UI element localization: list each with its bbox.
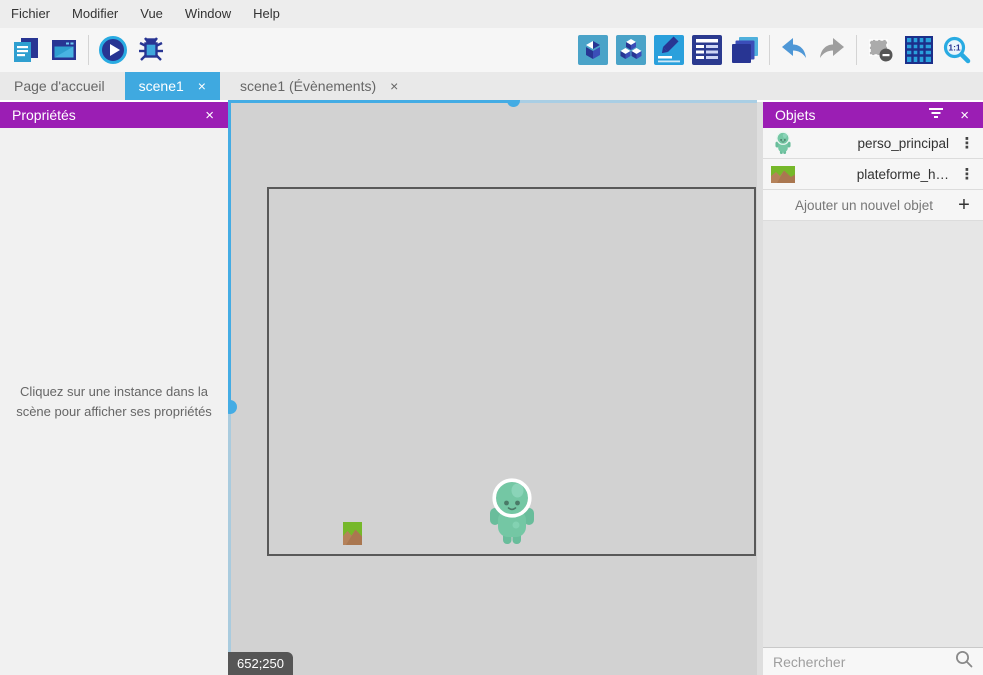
object-name: perso_principal (795, 136, 949, 151)
scene-canvas[interactable]: 652;250 (228, 100, 757, 675)
tab-label: Page d'accueil (14, 78, 105, 94)
alien-character-icon (771, 131, 795, 155)
object-row-perso-principal[interactable]: perso_principal ⋮ (763, 128, 983, 159)
add-object-label: Ajouter un nouvel objet (773, 198, 955, 213)
properties-panel: Propriétés × Cliquez sur une instance da… (0, 102, 228, 675)
redo-icon[interactable] (817, 35, 847, 65)
instances-list-icon[interactable] (692, 35, 722, 65)
left-resize-handle[interactable] (228, 100, 231, 675)
play-icon[interactable] (98, 35, 128, 65)
mask-icon[interactable] (866, 35, 896, 65)
objects-search-input[interactable] (773, 654, 955, 670)
properties-panel-title: Propriétés (12, 107, 203, 123)
properties-empty-message: Cliquez sur une instance dans la scène p… (0, 382, 228, 422)
layers-editor-icon[interactable] (730, 35, 760, 65)
close-icon[interactable]: × (958, 107, 971, 124)
character-instance[interactable] (487, 477, 537, 547)
start-page-icon[interactable] (49, 35, 79, 65)
tab-close-icon[interactable]: × (390, 79, 398, 93)
tab-close-icon[interactable]: × (198, 79, 206, 93)
tab-label: scene1 (139, 78, 184, 94)
main-content: Propriétés × Cliquez sur une instance da… (0, 100, 983, 675)
undo-icon[interactable] (779, 35, 809, 65)
menu-modifier[interactable]: Modifier (61, 0, 129, 28)
object-row-plateforme[interactable]: plateforme_h… ⋮ (763, 159, 983, 190)
toolbar-separator (88, 35, 89, 65)
close-icon[interactable]: × (203, 107, 216, 124)
menu-window[interactable]: Window (174, 0, 242, 28)
add-object-row[interactable]: Ajouter un nouvel objet + (763, 190, 983, 221)
filter-icon[interactable] (928, 106, 944, 124)
toolbar-right-group: 1:1 (574, 35, 976, 65)
properties-panel-header: Propriétés × (0, 102, 228, 128)
menu-bar: Fichier Modifier Vue Window Help (0, 0, 983, 28)
tab-bar: Page d'accueil scene1 × scene1 (Évènemen… (0, 72, 983, 100)
menu-help[interactable]: Help (242, 0, 291, 28)
object-groups-icon[interactable] (616, 35, 646, 65)
toolbar-separator (769, 35, 770, 65)
debug-icon[interactable] (136, 35, 166, 65)
plus-icon[interactable]: + (955, 195, 973, 215)
tab-label: scene1 (Évènements) (240, 78, 376, 94)
properties-editor-icon[interactable] (654, 35, 684, 65)
objects-panel-title: Objets (775, 107, 928, 123)
search-icon[interactable] (955, 650, 973, 673)
objects-panel-empty-area (763, 221, 983, 647)
top-resize-handle[interactable] (228, 100, 757, 103)
cursor-coordinates-badge: 652;250 (228, 652, 293, 675)
kebab-menu-icon[interactable]: ⋮ (959, 165, 975, 183)
menu-vue[interactable]: Vue (129, 0, 174, 28)
platform-instance[interactable] (343, 522, 362, 545)
objects-panel: Objets × (763, 102, 983, 675)
kebab-menu-icon[interactable]: ⋮ (959, 134, 975, 152)
objects-search-bar (763, 647, 983, 675)
svg-text:1:1: 1:1 (948, 43, 961, 53)
left-resize-knob[interactable] (228, 400, 237, 414)
objects-editor-icon[interactable] (578, 35, 608, 65)
object-name: plateforme_h… (795, 167, 949, 182)
project-manager-icon[interactable] (11, 35, 41, 65)
toolbar-separator (856, 35, 857, 65)
tab-scene1[interactable]: scene1 × (125, 72, 220, 100)
menu-fichier[interactable]: Fichier (0, 0, 61, 28)
tab-scene1-events[interactable]: scene1 (Évènements) × (226, 72, 412, 100)
main-toolbar: 1:1 (0, 28, 983, 72)
tab-home[interactable]: Page d'accueil (0, 72, 119, 100)
zoom-1-1-icon[interactable]: 1:1 (942, 35, 972, 65)
grid-icon[interactable] (904, 35, 934, 65)
platform-tile-icon (771, 162, 795, 186)
objects-panel-header: Objets × (763, 102, 983, 128)
top-resize-knob[interactable] (507, 100, 520, 107)
